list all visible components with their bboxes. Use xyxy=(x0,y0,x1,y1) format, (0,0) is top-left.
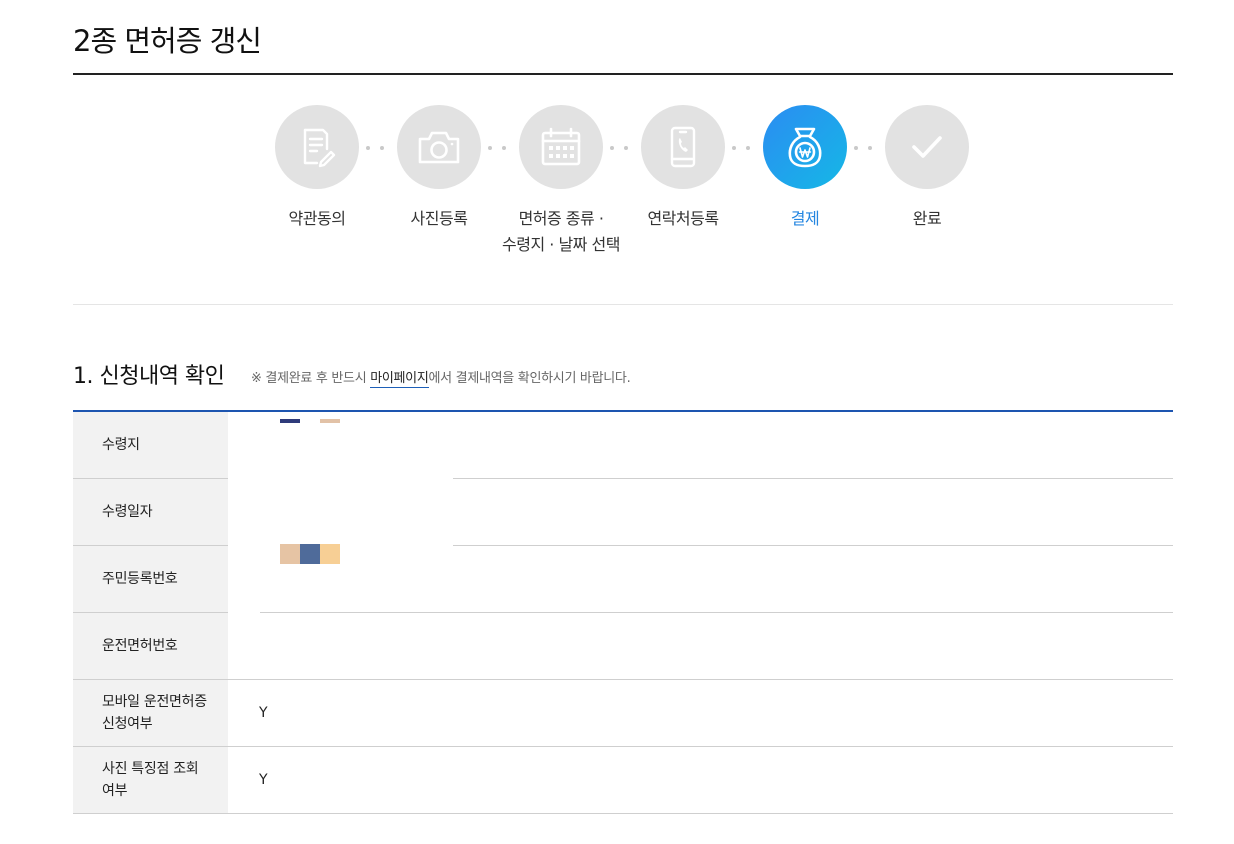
redaction-swatch xyxy=(320,544,340,564)
step-label-line1: 면허증 종류 · xyxy=(518,209,604,228)
row-label: 주민등록번호 xyxy=(73,546,228,612)
calendar-icon xyxy=(541,127,581,166)
redaction-swatch xyxy=(280,419,300,423)
step-terms-circle xyxy=(275,105,359,189)
note-prefix: ※ 결제완료 후 반드시 xyxy=(251,371,371,386)
money-bag-won-icon xyxy=(788,127,822,168)
step-type-circle xyxy=(519,105,603,189)
step-complete-circle xyxy=(885,105,969,189)
title-divider xyxy=(73,73,1173,75)
row-label: 모바일 운전면허증신청여부 xyxy=(73,680,228,746)
payment-page: 2종 면허증 갱신 약관동의 사진등록 면허증 종류 · 수령지 · 날짜 선택… xyxy=(0,0,1234,844)
step-photo: 사진등록 xyxy=(379,105,499,232)
row-label: 수령일자 xyxy=(73,479,228,545)
step-terms: 약관동의 xyxy=(257,105,377,232)
redaction-swatch xyxy=(280,544,300,564)
redaction-mask xyxy=(228,612,240,662)
row-label-line2: 신청여부 xyxy=(102,716,153,732)
row-label: 수령지 xyxy=(73,412,228,478)
redaction-mask xyxy=(228,412,260,644)
table-row-mobile-license: 모바일 운전면허증신청여부 Y xyxy=(73,680,1173,747)
redaction-swatch xyxy=(300,544,320,564)
row-value: Y xyxy=(259,772,268,788)
step-label-line2: 수령지 · 날짜 선택 xyxy=(502,235,620,254)
redaction-swatch xyxy=(320,419,340,423)
phone-icon xyxy=(670,126,696,168)
table-row-photo-feature: 사진 특징점 조회여부 Y xyxy=(73,747,1173,814)
step-payment: 결제 xyxy=(745,105,865,232)
step-payment-circle xyxy=(763,105,847,189)
step-photo-circle xyxy=(397,105,481,189)
section-title: 1. 신청내역 확인 xyxy=(73,364,225,389)
mypage-link[interactable]: 마이페이지 xyxy=(370,371,429,388)
section-note: ※ 결제완료 후 반드시 마이페이지에서 결제내역을 확인하시기 바랍니다. xyxy=(251,367,631,388)
page-title: 2종 면허증 갱신 xyxy=(73,24,262,58)
row-label-line2: 여부 xyxy=(102,783,128,799)
step-label: 결제 xyxy=(790,209,820,228)
row-label-line1: 모바일 운전면허증 xyxy=(102,694,207,710)
row-label: 운전면허번호 xyxy=(73,613,228,679)
check-icon xyxy=(912,136,942,158)
step-label: 약관동의 xyxy=(288,209,346,228)
step-type-place-date: 면허증 종류 · 수령지 · 날짜 선택 xyxy=(501,105,621,258)
step-complete: 완료 xyxy=(867,105,987,232)
step-label: 완료 xyxy=(912,209,942,228)
row-value: Y xyxy=(259,705,268,721)
step-label: 연락처등록 xyxy=(647,209,719,228)
step-contact-circle xyxy=(641,105,725,189)
row-label: 사진 특징점 조회여부 xyxy=(73,747,228,813)
section-divider xyxy=(73,304,1173,305)
step-contact: 연락처등록 xyxy=(623,105,743,232)
camera-icon xyxy=(418,131,460,164)
step-label: 면허증 종류 · 수령지 · 날짜 선택 xyxy=(501,206,621,258)
redaction-mask xyxy=(228,412,453,612)
document-pen-icon xyxy=(303,128,336,168)
step-label: 사진등록 xyxy=(410,209,468,228)
note-suffix: 에서 결제내역을 확인하시기 바랍니다. xyxy=(428,371,631,386)
row-label-line1: 사진 특징점 조회 xyxy=(102,761,199,777)
